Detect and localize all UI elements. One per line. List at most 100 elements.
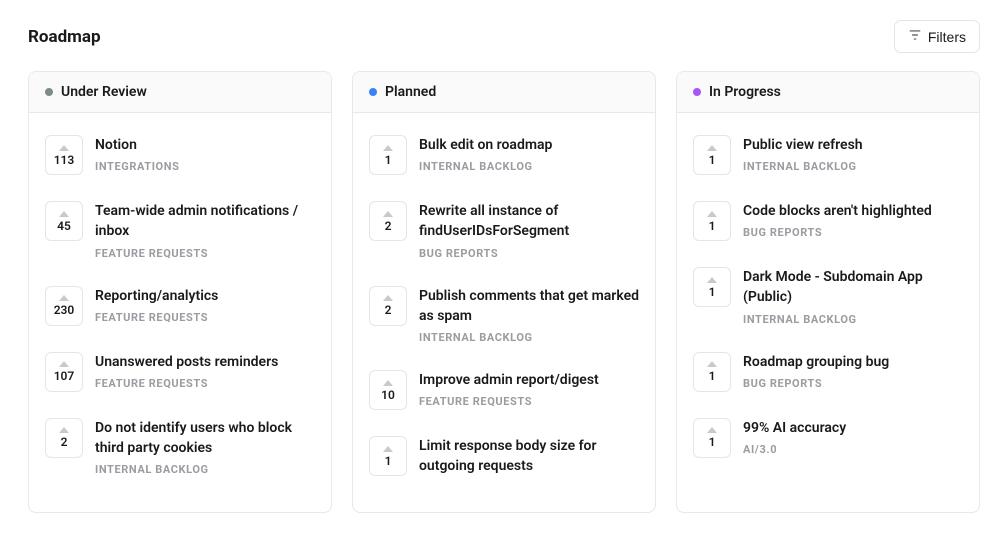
card-category: BUG REPORTS (743, 226, 963, 239)
roadmap-card[interactable]: 1 Bulk edit on roadmap INTERNAL BACKLOG (369, 123, 639, 189)
card-category: INTERNAL BACKLOG (419, 331, 639, 344)
upvote-icon (59, 145, 69, 151)
vote-count: 1 (385, 154, 392, 166)
vote-button[interactable]: 1 (693, 135, 731, 175)
card-title: Dark Mode - Subdomain App (Public) (743, 267, 963, 308)
vote-count: 10 (381, 389, 395, 401)
vote-count: 113 (54, 154, 75, 166)
card-content: Rewrite all instance of findUserIDsForSe… (419, 201, 639, 260)
status-dot-icon (693, 88, 701, 96)
vote-count: 107 (54, 370, 75, 382)
card-title: Publish comments that get marked as spam (419, 286, 639, 327)
card-content: 99% AI accuracy AI/3.0 (743, 418, 963, 458)
filters-button[interactable]: Filters (894, 20, 980, 53)
vote-button[interactable]: 2 (369, 201, 407, 241)
card-category: INTERNAL BACKLOG (419, 160, 639, 173)
roadmap-card[interactable]: 1 Limit response body size for outgoing … (369, 424, 639, 496)
vote-count: 2 (385, 220, 392, 232)
roadmap-card[interactable]: 2 Do not identify users who block third … (45, 406, 315, 491)
card-title: Do not identify users who block third pa… (95, 418, 315, 459)
upvote-icon (383, 145, 393, 151)
column-body: 1 Public view refresh INTERNAL BACKLOG 1… (677, 113, 979, 488)
roadmap-card[interactable]: 10 Improve admin report/digest FEATURE R… (369, 358, 639, 424)
column-title: Under Review (61, 84, 147, 100)
vote-count: 1 (385, 455, 392, 467)
vote-button[interactable]: 1 (693, 418, 731, 458)
card-title: Reporting/analytics (95, 286, 315, 306)
card-content: Team-wide admin notifications / inbox FE… (95, 201, 315, 260)
card-category: INTERNAL BACKLOG (743, 160, 963, 173)
card-content: Do not identify users who block third pa… (95, 418, 315, 477)
upvote-icon (707, 211, 717, 217)
card-content: Notion INTEGRATIONS (95, 135, 315, 175)
roadmap-card[interactable]: 1 Roadmap grouping bug BUG REPORTS (693, 340, 963, 406)
vote-button[interactable]: 1 (693, 352, 731, 392)
roadmap-board: Under Review 113 Notion INTEGRATIONS 45 (28, 71, 980, 513)
upvote-icon (383, 295, 393, 301)
status-dot-icon (45, 88, 53, 96)
card-category: BUG REPORTS (743, 377, 963, 390)
card-title: Team-wide admin notifications / inbox (95, 201, 315, 242)
card-content: Roadmap grouping bug BUG REPORTS (743, 352, 963, 392)
card-category: AI/3.0 (743, 443, 963, 456)
vote-button[interactable]: 1 (693, 201, 731, 241)
card-content: Improve admin report/digest FEATURE REQU… (419, 370, 639, 410)
upvote-icon (59, 211, 69, 217)
upvote-icon (59, 295, 69, 301)
vote-button[interactable]: 2 (45, 418, 83, 458)
vote-count: 45 (57, 220, 71, 232)
card-category: FEATURE REQUESTS (95, 247, 315, 260)
card-content: Public view refresh INTERNAL BACKLOG (743, 135, 963, 175)
status-dot-icon (369, 88, 377, 96)
roadmap-card[interactable]: 45 Team-wide admin notifications / inbox… (45, 189, 315, 274)
card-title: Rewrite all instance of findUserIDsForSe… (419, 201, 639, 242)
vote-button[interactable]: 113 (45, 135, 83, 175)
card-title: 99% AI accuracy (743, 418, 963, 438)
vote-count: 1 (709, 436, 716, 448)
column-header: Under Review (29, 72, 331, 113)
card-category: FEATURE REQUESTS (95, 311, 315, 324)
column-body: 113 Notion INTEGRATIONS 45 Team-wide adm… (29, 113, 331, 506)
card-content: Unanswered posts reminders FEATURE REQUE… (95, 352, 315, 392)
column-header: In Progress (677, 72, 979, 113)
vote-count: 2 (385, 304, 392, 316)
card-title: Notion (95, 135, 315, 155)
vote-button[interactable]: 2 (369, 286, 407, 326)
vote-button[interactable]: 107 (45, 352, 83, 392)
column-under-review: Under Review 113 Notion INTEGRATIONS 45 (28, 71, 332, 513)
roadmap-card[interactable]: 1 Public view refresh INTERNAL BACKLOG (693, 123, 963, 189)
upvote-icon (383, 211, 393, 217)
roadmap-card[interactable]: 2 Rewrite all instance of findUserIDsFor… (369, 189, 639, 274)
vote-button[interactable]: 1 (369, 436, 407, 476)
vote-button[interactable]: 45 (45, 201, 83, 241)
card-title: Public view refresh (743, 135, 963, 155)
column-planned: Planned 1 Bulk edit on roadmap INTERNAL … (352, 71, 656, 513)
filter-icon (908, 28, 922, 45)
roadmap-card[interactable]: 1 99% AI accuracy AI/3.0 (693, 406, 963, 472)
card-content: Bulk edit on roadmap INTERNAL BACKLOG (419, 135, 639, 175)
card-content: Reporting/analytics FEATURE REQUESTS (95, 286, 315, 326)
vote-count: 1 (709, 154, 716, 166)
roadmap-card[interactable]: 2 Publish comments that get marked as sp… (369, 274, 639, 359)
upvote-icon (707, 427, 717, 433)
vote-button[interactable]: 230 (45, 286, 83, 326)
card-content: Dark Mode - Subdomain App (Public) INTER… (743, 267, 963, 326)
card-title: Bulk edit on roadmap (419, 135, 639, 155)
vote-button[interactable]: 10 (369, 370, 407, 410)
column-header: Planned (353, 72, 655, 113)
card-title: Improve admin report/digest (419, 370, 639, 390)
roadmap-card[interactable]: 113 Notion INTEGRATIONS (45, 123, 315, 189)
roadmap-card[interactable]: 230 Reporting/analytics FEATURE REQUESTS (45, 274, 315, 340)
card-category: INTERNAL BACKLOG (743, 313, 963, 326)
roadmap-card[interactable]: 1 Dark Mode - Subdomain App (Public) INT… (693, 255, 963, 340)
card-content: Limit response body size for outgoing re… (419, 436, 639, 482)
card-title: Limit response body size for outgoing re… (419, 436, 639, 477)
roadmap-card[interactable]: 107 Unanswered posts reminders FEATURE R… (45, 340, 315, 406)
card-title: Roadmap grouping bug (743, 352, 963, 372)
vote-button[interactable]: 1 (693, 267, 731, 307)
roadmap-card[interactable]: 1 Code blocks aren't highlighted BUG REP… (693, 189, 963, 255)
card-content: Publish comments that get marked as spam… (419, 286, 639, 345)
vote-button[interactable]: 1 (369, 135, 407, 175)
column-in-progress: In Progress 1 Public view refresh INTERN… (676, 71, 980, 513)
upvote-icon (707, 145, 717, 151)
